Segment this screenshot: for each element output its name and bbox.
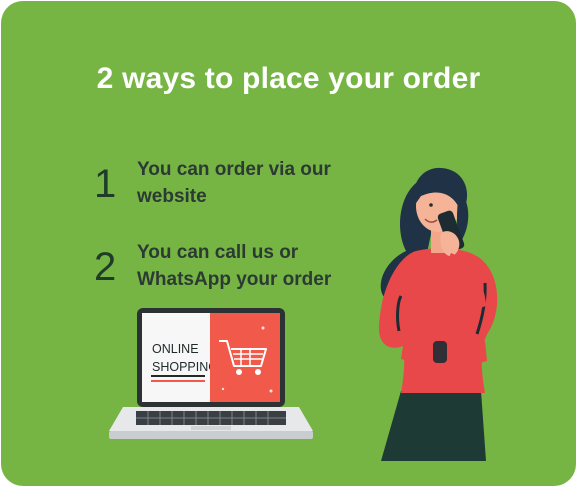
order-card: 2 ways to place your order 1 You can ord…	[1, 1, 576, 486]
woman-on-phone-illustration	[378, 167, 498, 461]
